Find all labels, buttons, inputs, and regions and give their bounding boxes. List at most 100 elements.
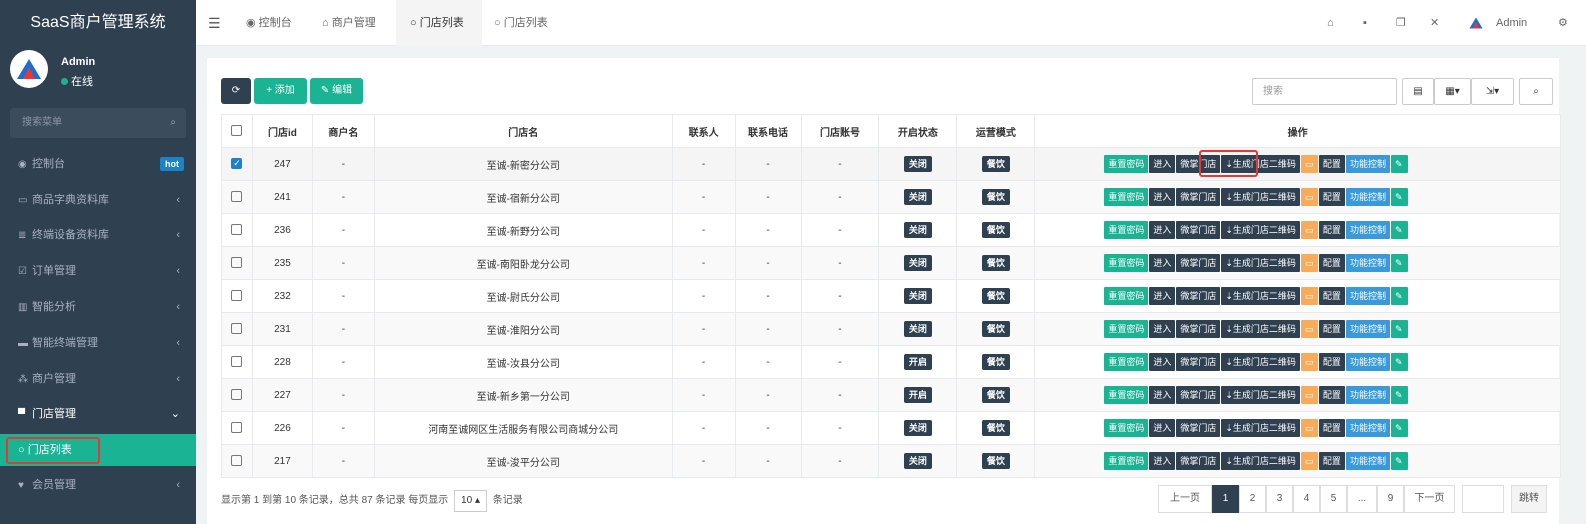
row-select-cell[interactable] (221, 213, 253, 247)
sidebar-item-device-library[interactable]: ≣ 终端设备资料库 ‹ (0, 222, 196, 248)
jump-button[interactable]: 跳转 (1511, 485, 1547, 513)
row-checkbox[interactable] (231, 356, 243, 368)
feature-control-button[interactable]: 功能控制 (1345, 386, 1390, 404)
page-3-button[interactable]: 3 (1266, 485, 1293, 513)
next-page-button[interactable]: 下一页 (1404, 485, 1455, 513)
page-4-button[interactable]: 4 (1293, 485, 1320, 513)
feature-control-button[interactable]: 功能控制 (1345, 419, 1390, 437)
table-row[interactable]: 217- 至诚-浚平分公司 - - - 关闭 餐饮 重置密码 进入 微掌门店 ⇣生成门店二维码 ▭ 配置… (221, 444, 1561, 478)
feature-control-button[interactable]: 功能控制 (1345, 188, 1390, 206)
toggle-view-button[interactable]: ▤ (1402, 78, 1434, 105)
generate-qrcode-button[interactable]: ⇣生成门店二维码 (1221, 419, 1300, 437)
row-select-cell[interactable] (221, 312, 253, 346)
sidebar-item-members[interactable]: ♥ 会员管理 ‹ (0, 472, 196, 498)
config-button[interactable]: 配置 (1318, 287, 1345, 305)
wechat-store-button[interactable]: 微掌门店 (1176, 254, 1221, 272)
tab-dashboard[interactable]: ◉ 控制台 (238, 0, 300, 46)
table-row[interactable]: 226- 河南至诚网区生活服务有限公司商城分公司 - - - 关闭 餐饮 重置密码 进入 微掌门店… (221, 411, 1561, 445)
config-button[interactable]: 配置 (1318, 320, 1345, 338)
generate-qrcode-button[interactable]: ⇣生成门店二维码 (1221, 254, 1300, 272)
table-row[interactable]: 241- 至诚-宿新分公司 - - - 关闭 餐饮 重置密码 进入 微掌门店 ⇣生成门店二维码 ▭ 配置… (221, 180, 1561, 214)
generate-qrcode-button[interactable]: ⇣生成门店二维码 (1221, 386, 1300, 404)
row-select-cell[interactable] (221, 180, 253, 214)
reset-password-button[interactable]: 重置密码 (1104, 386, 1149, 404)
col-phone[interactable]: 联系电话 (734, 114, 802, 148)
generate-qrcode-button[interactable]: ⇣生成门店二维码 (1221, 320, 1300, 338)
page-size-select[interactable]: 10 ▴ (454, 490, 487, 512)
sidebar-item-merchants[interactable]: ⁂ 商户管理 ‹ (0, 366, 196, 392)
edit-row-button[interactable]: ✎ (1390, 221, 1408, 239)
row-checkbox[interactable] (231, 389, 243, 401)
edit-row-button[interactable]: ✎ (1390, 188, 1408, 206)
store-list-highlight[interactable]: ○ 门店列表 (6, 437, 100, 464)
col-contact[interactable]: 联系人 (671, 114, 736, 148)
table-row[interactable]: 231- 至诚-淮阳分公司 - - - 关闭 餐饮 重置密码 进入 微掌门店 ⇣生成门店二维码 ▭ 配置… (221, 312, 1561, 346)
search-icon[interactable]: ⌕ (170, 108, 176, 138)
enter-button[interactable]: 进入 (1149, 254, 1176, 272)
enter-button[interactable]: 进入 (1149, 221, 1176, 239)
feature-control-button[interactable]: 功能控制 (1345, 221, 1390, 239)
folder-button[interactable]: ▭ (1300, 254, 1318, 272)
folder-button[interactable]: ▭ (1300, 419, 1318, 437)
fullscreen-icon[interactable]: ✕ (1430, 0, 1439, 46)
edit-row-button[interactable]: ✎ (1390, 287, 1408, 305)
folder-button[interactable]: ▭ (1300, 188, 1318, 206)
advanced-search-button[interactable]: ⌕ (1519, 78, 1553, 105)
generate-qrcode-button[interactable]: ⇣生成门店二维码 (1221, 287, 1300, 305)
folder-button[interactable]: ▭ (1300, 452, 1318, 470)
row-checkbox[interactable] (231, 455, 243, 467)
sidebar-item-terminals[interactable]: ▬ 智能终端管理 ‹ (0, 330, 196, 356)
row-select-cell[interactable] (221, 345, 253, 379)
reset-password-button[interactable]: 重置密码 (1104, 221, 1149, 239)
feature-control-button[interactable]: 功能控制 (1345, 452, 1390, 470)
table-row[interactable]: 227- 至诚-新乡第一分公司 - - - 开启 餐饮 重置密码 进入 微掌门店 ⇣生成门店二维码 ▭… (221, 378, 1561, 412)
enter-button[interactable]: 进入 (1149, 386, 1176, 404)
edit-row-button[interactable]: ✎ (1390, 254, 1408, 272)
sidebar-item-orders[interactable]: ☑ 订单管理 ‹ (0, 258, 196, 284)
feature-control-button[interactable]: 功能控制 (1345, 353, 1390, 371)
generate-qrcode-button[interactable]: ⇣生成门店二维码 (1221, 452, 1300, 470)
row-checkbox[interactable] (231, 224, 243, 236)
row-checkbox[interactable] (231, 257, 243, 269)
export-button[interactable]: ⇲▾ (1471, 78, 1514, 105)
enter-button[interactable]: 进入 (1149, 287, 1176, 305)
col-store-id[interactable]: 门店id (251, 114, 313, 148)
reset-password-button[interactable]: 重置密码 (1104, 155, 1149, 173)
feature-control-button[interactable]: 功能控制 (1345, 320, 1390, 338)
reset-password-button[interactable]: 重置密码 (1104, 254, 1149, 272)
table-row[interactable]: 228- 至诚-汝县分公司 - - - 开启 餐饮 重置密码 进入 微掌门店 ⇣生成门店二维码 ▭ 配置… (221, 345, 1561, 379)
wechat-store-button[interactable]: 微掌门店 (1176, 188, 1221, 206)
folder-button[interactable]: ▭ (1300, 287, 1318, 305)
col-account[interactable]: 门店账号 (800, 114, 880, 148)
page-1-button[interactable]: 1 (1212, 485, 1239, 513)
edit-row-button[interactable]: ✎ (1390, 419, 1408, 437)
tab-store-list[interactable]: ○ 门店列表 (486, 0, 556, 46)
row-checkbox[interactable] (231, 323, 243, 335)
table-row[interactable]: 236- 至诚-新野分公司 - - - 关闭 餐饮 重置密码 进入 微掌门店 ⇣生成门店二维码 ▭ 配置… (221, 213, 1561, 247)
edit-button[interactable]: ✎ 编辑 (310, 78, 363, 104)
refresh-button[interactable]: ⟳ (221, 78, 251, 104)
row-select-cell[interactable] (221, 279, 253, 313)
select-all-checkbox[interactable] (231, 125, 243, 137)
row-checkbox[interactable] (231, 290, 243, 302)
copy-icon[interactable]: ❐ (1396, 0, 1406, 46)
sidebar-subitem-store-list[interactable]: ○ 门店列表 (0, 434, 196, 466)
page-jump-input[interactable] (1462, 485, 1504, 513)
feature-control-button[interactable]: 功能控制 (1345, 287, 1390, 305)
config-button[interactable]: 配置 (1318, 254, 1345, 272)
row-checkbox[interactable]: ✓ (231, 158, 243, 170)
page-2-button[interactable]: 2 (1239, 485, 1266, 513)
wechat-store-button[interactable]: 微掌门店 (1176, 419, 1221, 437)
admin-avatar[interactable] (1468, 0, 1484, 46)
col-mode[interactable]: 运营模式 (956, 114, 1036, 148)
prev-page-button[interactable]: 上一页 (1158, 485, 1212, 513)
folder-button[interactable]: ▭ (1300, 320, 1318, 338)
wechat-store-button[interactable]: 微掌门店 (1176, 386, 1221, 404)
row-checkbox[interactable] (231, 422, 243, 434)
generate-qrcode-button[interactable]: ⇣生成门店二维码 (1221, 188, 1300, 206)
wechat-store-button[interactable]: 微掌门店 (1176, 353, 1221, 371)
folder-button[interactable]: ▭ (1300, 353, 1318, 371)
folder-button[interactable]: ▭ (1300, 221, 1318, 239)
col-status[interactable]: 开启状态 (878, 114, 958, 148)
edit-row-button[interactable]: ✎ (1390, 320, 1408, 338)
